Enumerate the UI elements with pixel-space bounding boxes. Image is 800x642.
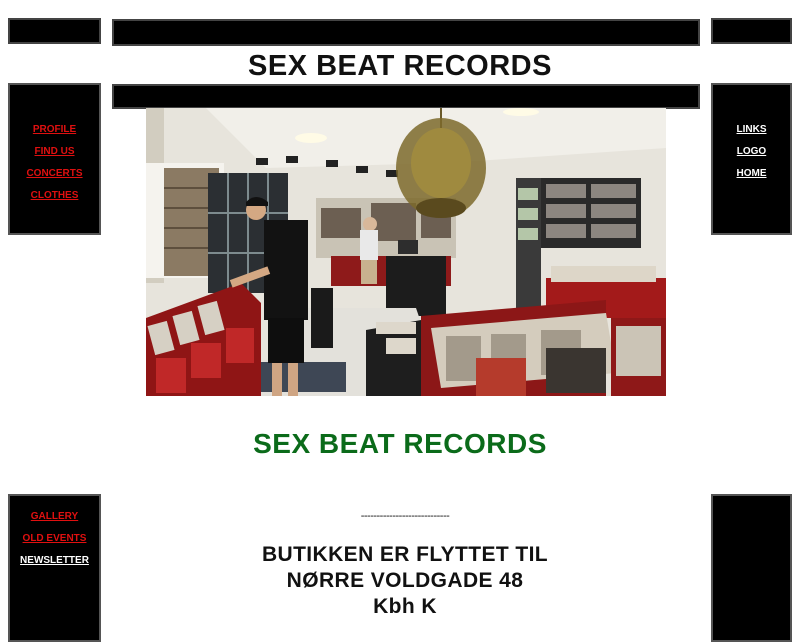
notice-line-3: Kbh K (373, 595, 437, 618)
nav-link-find-us[interactable]: FIND US (35, 141, 75, 163)
nav-link-concerts[interactable]: CONCERTS (26, 163, 82, 185)
nav-link-links[interactable]: LINKS (737, 119, 767, 141)
nav-link-profile[interactable]: PROFILE (33, 119, 76, 141)
nav-link-logo[interactable]: LOGO (737, 141, 766, 163)
nav-link-clothes[interactable]: CLOTHES (31, 185, 79, 207)
left-nav-menu: PROFILE FIND US CONCERTS CLOTHES (8, 119, 101, 207)
store-interior-photo (146, 108, 666, 396)
page-title: SEX BEAT RECORDS (248, 50, 552, 82)
notice-line-1: BUTIKKEN ER FLYTTET TIL (261, 543, 549, 566)
right-nav-menu: LINKS LOGO HOME (711, 119, 792, 185)
header-bar-bottom (112, 84, 700, 109)
page-subtitle: SEX BEAT RECORDS (253, 428, 547, 459)
notice-line-2: NØRRE VOLDGADE 48 (286, 569, 524, 592)
top-left-bar (8, 18, 101, 44)
top-right-bar (711, 18, 792, 44)
header-bar-top (112, 19, 700, 46)
text-divider: ---------------------------- (360, 510, 450, 522)
nav-link-home[interactable]: HOME (737, 163, 767, 185)
